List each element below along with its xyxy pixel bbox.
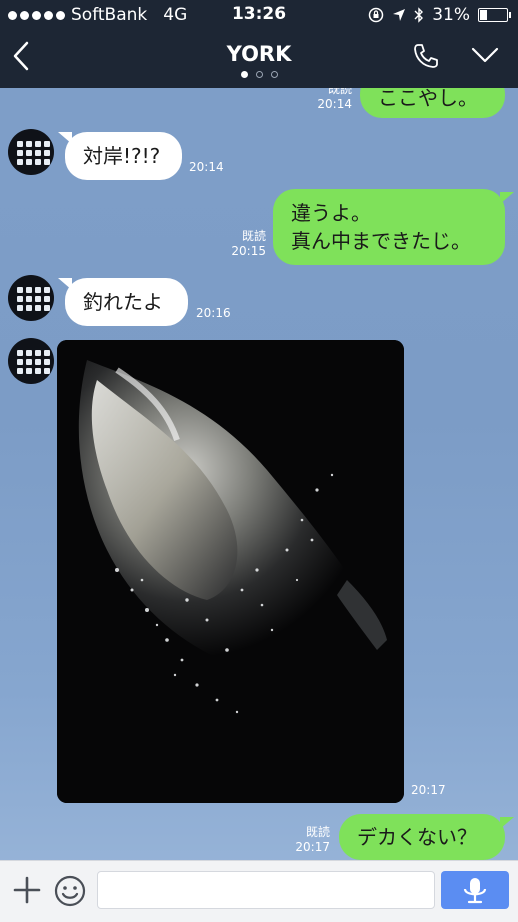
read-receipt: 既読: [305, 825, 330, 839]
photo-message[interactable]: [57, 340, 404, 803]
message-text: 釣れたよ: [83, 290, 163, 314]
page-dot: [270, 71, 278, 78]
rotation-lock-icon: [368, 7, 384, 23]
bubble-tail: [500, 817, 514, 829]
message-text-line: 違うよ。: [291, 201, 371, 225]
plus-icon: [13, 876, 41, 904]
read-receipt: 既読: [241, 229, 266, 243]
message-time: 20:14: [189, 160, 224, 174]
message-time: 20:17: [411, 783, 446, 797]
incoming-message[interactable]: 対岸!?!?: [65, 132, 182, 180]
menu-toggle-button[interactable]: [470, 46, 500, 68]
bubble-tail: [500, 192, 514, 204]
phone-icon: [414, 44, 438, 68]
message-time: 20:15: [231, 244, 266, 258]
battery-icon: [478, 8, 511, 22]
voice-button[interactable]: [441, 871, 509, 909]
message-time: 20:16: [196, 306, 231, 320]
message-time: 20:17: [295, 840, 330, 854]
incoming-message[interactable]: 釣れたよ: [65, 278, 188, 326]
message-text: ここやし。: [378, 88, 478, 110]
input-bar: [0, 860, 518, 922]
fish-photo: [57, 340, 404, 803]
read-receipt: 既読: [327, 88, 352, 96]
outgoing-message[interactable]: ここやし。: [360, 88, 505, 118]
avatar[interactable]: [8, 129, 54, 175]
page-indicator: [0, 71, 518, 78]
message-meta: 既読 20:15: [214, 229, 266, 259]
microphone-icon: [463, 878, 487, 904]
message-time: 20:14: [317, 97, 352, 111]
outgoing-message[interactable]: 違うよ。 真ん中まできたじ。: [273, 189, 505, 265]
chevron-down-icon: [471, 47, 499, 63]
avatar[interactable]: [8, 275, 54, 321]
message-input[interactable]: [97, 871, 435, 909]
status-right: 31%: [368, 5, 511, 25]
add-button[interactable]: [12, 875, 42, 909]
sticker-button[interactable]: [54, 875, 86, 911]
chat-area[interactable]: 既読 20:14 ここやし。 対岸!?!? 20:14 既読 20:15 違うよ…: [0, 88, 518, 860]
message-text-line: 真ん中まできたじ。: [291, 229, 471, 253]
chat-header: YORK: [0, 30, 518, 88]
location-icon: [393, 9, 406, 21]
chat-title: YORK: [226, 42, 292, 66]
message-meta: 既読 20:14: [300, 88, 352, 112]
page-dot: [240, 71, 248, 78]
message-meta: 既読 20:17: [278, 825, 330, 855]
battery-percent: 31%: [432, 5, 470, 25]
status-bar: SoftBank 4G 13:26 31%: [0, 0, 518, 30]
bluetooth-icon: [414, 7, 424, 23]
smiley-icon: [54, 875, 86, 907]
page-dot: [255, 71, 263, 78]
call-button[interactable]: [412, 42, 440, 74]
avatar[interactable]: [8, 338, 54, 384]
message-text: 対岸!?!?: [83, 144, 161, 168]
message-text: デカくない？: [357, 825, 477, 849]
outgoing-message[interactable]: デカくない？: [339, 814, 505, 860]
